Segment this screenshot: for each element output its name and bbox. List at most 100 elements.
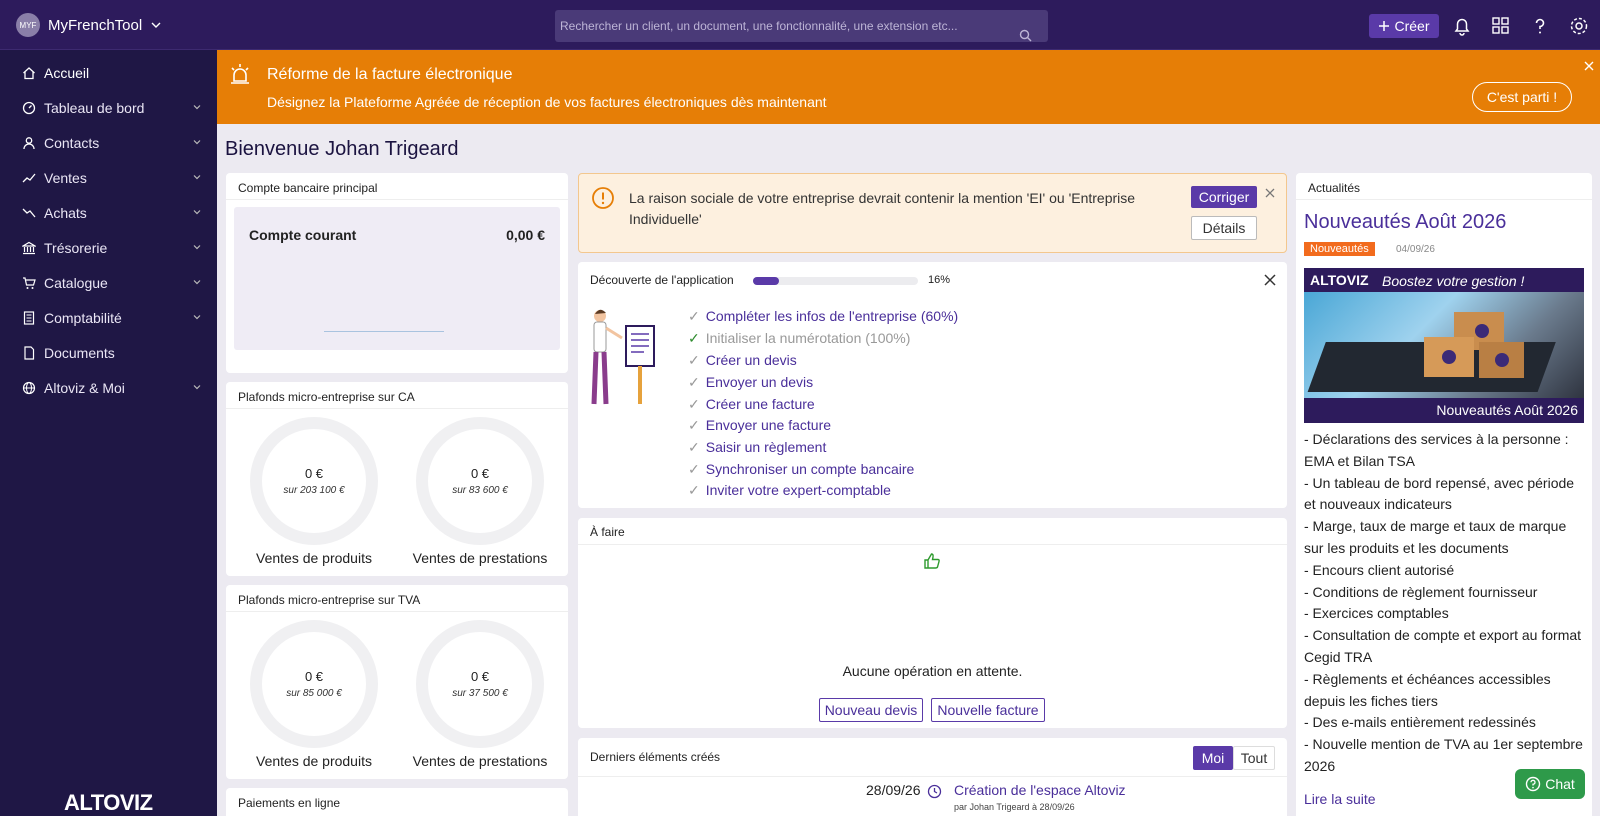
- check-icon: ✓: [688, 308, 700, 324]
- card-title: Paiements en ligne: [238, 796, 341, 810]
- brand-logo: ALTOVIZ: [64, 790, 153, 815]
- sidebar-item-achats[interactable]: Achats: [22, 202, 202, 224]
- step-label: Envoyer une facture: [705, 417, 832, 433]
- sidebar-item-tableau-de-bord[interactable]: Tableau de bord: [22, 97, 202, 119]
- sidebar-item-contacts[interactable]: Contacts: [22, 132, 202, 154]
- onboarding-step[interactable]: ✓ Envoyer un devis: [688, 374, 813, 391]
- step-label: Créer un devis: [705, 352, 797, 368]
- news-line: - Des e-mails entièrement redessinés: [1304, 714, 1536, 731]
- top-bar: MYF MyFrenchTool Rechercher un client, u…: [0, 0, 1600, 50]
- news-headline[interactable]: Nouveautés Août 2026: [1304, 211, 1506, 234]
- ring-label: Ventes de produits: [256, 753, 372, 769]
- divider: [578, 544, 1287, 545]
- news-line: - Un tableau de bord repensé, avec pério…: [1304, 474, 1575, 513]
- ring-amount: 0 €: [304, 669, 324, 684]
- sidebar: Accueil Tableau de bord Contacts Ventes …: [0, 50, 217, 816]
- ring-limit: sur 37 500 €: [452, 688, 508, 699]
- banner-subtitle: Désignez la Plateforme Agréée de récepti…: [267, 94, 827, 110]
- onboarding-step[interactable]: ✓ Initialiser la numérotation (100%): [688, 330, 910, 347]
- sidebar-item-catalogue[interactable]: Catalogue: [22, 272, 202, 294]
- ring-limit: sur 203 100 €: [283, 485, 345, 496]
- account-panel[interactable]: Compte courant 0,00 €: [234, 207, 560, 350]
- chevron-down-icon: [150, 19, 162, 31]
- workspace-name: MyFrenchTool: [48, 16, 143, 34]
- onboarding-step[interactable]: ✓ Saisir un règlement: [688, 439, 826, 456]
- close-icon[interactable]: [1264, 274, 1276, 286]
- step-label: Initialiser la numérotation (100%): [705, 330, 911, 346]
- filter-me-toggle[interactable]: Moi: [1193, 746, 1233, 770]
- card-title: Plafonds micro-entreprise sur CA: [238, 390, 415, 404]
- onboarding-illustration-icon: [586, 304, 658, 412]
- card-title: Découverte de l'application: [590, 273, 734, 287]
- onboarding-step[interactable]: ✓ Inviter votre expert-comptable: [688, 482, 891, 499]
- card-title: Derniers éléments créés: [590, 750, 721, 764]
- new-quote-button[interactable]: Nouveau devis: [819, 698, 923, 722]
- bell-icon[interactable]: [1451, 15, 1473, 37]
- ring-amount: 0 €: [304, 466, 324, 481]
- alarm-icon: [228, 62, 252, 86]
- ring-label: Ventes de produits: [256, 550, 372, 566]
- close-icon[interactable]: [1584, 61, 1594, 71]
- sidebar-item-label: Trésorerie: [44, 240, 108, 256]
- read-more-link[interactable]: Lire la suite: [1304, 791, 1376, 807]
- new-invoice-button[interactable]: Nouvelle facture: [931, 698, 1045, 722]
- search-placeholder: Rechercher un client, un document, une f…: [560, 19, 958, 33]
- sidebar-item-tresorerie[interactable]: Trésorerie: [22, 237, 202, 259]
- news-date: 04/09/26: [1396, 244, 1435, 255]
- card-title: À faire: [590, 525, 625, 539]
- help-icon[interactable]: [1529, 15, 1551, 37]
- workspace-avatar: MYF: [16, 13, 40, 37]
- banner-title: Réforme de la facture électronique: [267, 66, 513, 83]
- todo-empty-message: Aucune opération en attente.: [842, 663, 1023, 679]
- global-search-input[interactable]: Rechercher un client, un document, une f…: [555, 10, 1048, 42]
- item-link[interactable]: Création de l'espace Altoviz: [954, 782, 1126, 798]
- workspace-switcher[interactable]: MYF MyFrenchTool: [16, 13, 162, 37]
- check-icon: ✓: [688, 374, 700, 390]
- news-line: - Marge, taux de marge et taux de marque…: [1304, 518, 1567, 556]
- onboarding-step[interactable]: ✓ Synchroniser un compte bancaire: [688, 461, 914, 478]
- sidebar-item-accueil[interactable]: Accueil: [22, 62, 202, 84]
- onboarding-step[interactable]: ✓ Créer une facture: [688, 396, 815, 413]
- sidebar-item-comptabilite[interactable]: Comptabilité: [22, 307, 202, 329]
- gear-icon[interactable]: [1568, 15, 1590, 37]
- onboarding-step[interactable]: ✓ Compléter les infos de l'entreprise (60…: [688, 308, 958, 325]
- sidebar-item-altoviz-et-moi[interactable]: Altoviz & Moi: [22, 377, 202, 399]
- image-brand: ALTOVIZ: [1310, 272, 1369, 288]
- card-title: Actualités: [1308, 181, 1361, 195]
- create-label: Créer: [1394, 18, 1430, 34]
- step-label: Compléter les infos de l'entreprise (60%…: [705, 308, 959, 324]
- sidebar-item-ventes[interactable]: Ventes: [22, 167, 202, 189]
- ca-ceilings-card: Plafonds micro-entreprise sur CA 0 € sur…: [226, 382, 568, 576]
- fix-button[interactable]: Corriger: [1191, 186, 1257, 208]
- page-title: Bienvenue Johan Trigeard: [225, 138, 459, 160]
- warning-circle-icon: [591, 186, 615, 210]
- chat-button[interactable]: Chat: [1515, 769, 1585, 799]
- plus-icon: [1378, 20, 1390, 32]
- chevron-down-icon: [192, 242, 202, 252]
- ring-limit: sur 83 600 €: [452, 485, 508, 496]
- filter-all-toggle[interactable]: Tout: [1233, 746, 1275, 770]
- ca-products-ring: 0 € sur 203 100 €: [250, 417, 378, 545]
- create-button[interactable]: Créer: [1369, 14, 1439, 38]
- sidebar-item-label: Catalogue: [44, 275, 108, 291]
- step-label: Saisir un règlement: [705, 439, 827, 455]
- item-date: 28/09/26: [866, 782, 921, 798]
- onboarding-step[interactable]: ✓ Envoyer une facture: [688, 417, 831, 434]
- details-button[interactable]: Détails: [1191, 216, 1257, 240]
- sidebar-item-documents[interactable]: Documents: [22, 342, 202, 364]
- banner-cta-button[interactable]: C'est parti !: [1472, 82, 1572, 112]
- cart-icon: [22, 276, 36, 290]
- sidebar-item-label: Altoviz & Moi: [44, 380, 125, 396]
- chevron-down-icon: [192, 312, 202, 322]
- apps-grid-icon[interactable]: [1490, 15, 1512, 37]
- check-icon: ✓: [688, 482, 700, 498]
- tva-services-ring: 0 € sur 37 500 €: [416, 620, 544, 748]
- check-icon: ✓: [688, 330, 700, 346]
- card-title: Plafonds micro-entreprise sur TVA: [238, 593, 421, 607]
- step-label: Synchroniser un compte bancaire: [705, 461, 915, 477]
- sidebar-item-label: Achats: [44, 205, 87, 221]
- news-image[interactable]: ALTOVIZ Boostez votre gestion ! Nouveaut…: [1304, 268, 1584, 423]
- onboarding-step[interactable]: ✓ Créer un devis: [688, 352, 797, 369]
- close-icon[interactable]: [1265, 188, 1275, 198]
- sidebar-item-label: Contacts: [44, 135, 100, 151]
